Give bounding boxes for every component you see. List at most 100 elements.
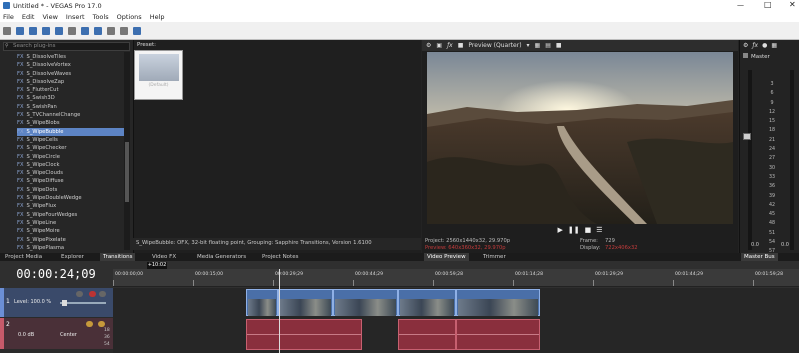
playhead-cursor[interactable] (279, 269, 280, 353)
preview-fx-icon[interactable]: ƒx (447, 42, 453, 49)
plugin-item[interactable]: FX S_WipeDoubleWedge (17, 194, 124, 202)
plugin-item[interactable]: FX S_WipeLine (17, 219, 124, 227)
preview-settings-icon[interactable]: ⚙ (426, 42, 431, 49)
video-clip[interactable] (456, 289, 540, 316)
menu-icon[interactable]: ☰ (596, 226, 602, 234)
track-meter-value-3: 54 (104, 342, 110, 347)
video-clip[interactable] (246, 289, 278, 316)
preview-copy-frame-icon[interactable]: ▤ (545, 42, 551, 49)
plugin-item[interactable]: FX S_WipeFlux (17, 202, 124, 210)
plugin-item[interactable]: FX S_WipeFourWedges (17, 211, 124, 219)
plugin-item[interactable]: FX S_WipeDiffuse (17, 177, 124, 185)
tab-video-fx[interactable]: Video FX (149, 253, 179, 261)
plugin-item[interactable]: FX S_WipeChecker (17, 144, 124, 152)
plugin-item[interactable]: FX S_WipeClock (17, 161, 124, 169)
tab-trimmer[interactable]: Trimmer (480, 253, 509, 261)
menu-file[interactable]: File (3, 13, 14, 21)
scrollbar-thumb[interactable] (125, 142, 129, 202)
meter-scale-tick: 12 (768, 109, 776, 115)
plugin-item[interactable]: FX S_WipeDots (17, 186, 124, 194)
master-fx-icon[interactable]: ƒx (752, 42, 758, 49)
audio-solo-icon[interactable] (98, 321, 105, 327)
play-icon[interactable]: ▶ (557, 226, 562, 234)
maximize-button[interactable]: □ (764, 0, 772, 9)
plugin-item[interactable]: FX S_WipePlasma (17, 244, 124, 252)
plugin-item[interactable]: FX S_WipeMoire (17, 227, 124, 235)
render-icon[interactable] (42, 26, 50, 35)
audio-clip[interactable] (246, 319, 362, 350)
tab-master-bus[interactable]: Master Bus (741, 253, 778, 261)
preview-split-icon[interactable]: ■ (458, 42, 464, 49)
plugin-item[interactable]: FX S_DissolveVortex (17, 61, 124, 69)
pause-icon[interactable]: ❚❚ (568, 226, 580, 234)
plugin-item[interactable]: FX S_DissolveTiles (17, 53, 124, 61)
cut-icon[interactable] (68, 26, 76, 35)
close-button[interactable]: ✕ (789, 0, 796, 9)
plugin-item[interactable]: FX S_SwishPan (17, 103, 124, 111)
plugin-item[interactable]: FX S_WipePixelate (17, 236, 124, 244)
master-settings-icon[interactable]: ⚙ (743, 42, 748, 49)
save-icon[interactable] (29, 26, 37, 35)
delete-icon[interactable] (133, 26, 141, 35)
track-mute-icon[interactable] (89, 291, 96, 297)
menu-tools[interactable]: Tools (93, 13, 109, 21)
audio-clip[interactable] (398, 319, 456, 350)
preset-thumbnail[interactable]: (Default) (134, 50, 183, 100)
plugin-search-input[interactable]: Search plug-ins (3, 42, 130, 51)
level-slider-thumb[interactable] (62, 300, 67, 306)
audio-track-header[interactable]: 2 0.0 dB Center 18 36 54 (0, 318, 113, 349)
preview-overlay-icon[interactable]: ▣ (436, 42, 442, 49)
track-fx-icon[interactable] (76, 291, 83, 297)
tab-transitions[interactable]: Transitions (100, 253, 136, 261)
undo-icon[interactable] (107, 26, 115, 35)
copy-icon[interactable] (81, 26, 89, 35)
menu-insert[interactable]: Insert (66, 13, 85, 21)
master-solo-icon[interactable]: ▦ (771, 42, 777, 49)
menu-help[interactable]: Help (150, 13, 165, 21)
timeline-lanes[interactable] (113, 288, 799, 353)
plugin-scrollbar[interactable] (124, 52, 130, 250)
tab-video-preview[interactable]: Video Preview (424, 253, 469, 261)
video-clip[interactable] (333, 289, 398, 316)
plugin-item[interactable]: FX S_Swish3D (17, 94, 124, 102)
tab-project-notes[interactable]: Project Notes (259, 253, 301, 261)
master-mute-icon[interactable]: ● (762, 42, 767, 49)
video-clip[interactable] (398, 289, 456, 316)
plugin-item[interactable]: FX S_WipeBubble (17, 127, 124, 136)
preview-save-frame-icon[interactable]: ■ (556, 42, 562, 49)
plugin-item[interactable]: FX S_WipeClouds (17, 169, 124, 177)
menu-options[interactable]: Options (117, 13, 142, 21)
tab-explorer[interactable]: Explorer (58, 253, 87, 261)
properties-icon[interactable] (55, 26, 63, 35)
chevron-down-icon[interactable]: ▾ (527, 42, 530, 49)
paste-icon[interactable] (94, 26, 102, 35)
timeline-ruler[interactable]: 00:00:00;00 00:00:15;00 00:00:29;29 00:00:4… (113, 269, 799, 287)
meter-scale-tick: 24 (768, 147, 776, 153)
track-solo-icon[interactable] (99, 291, 106, 297)
video-clip[interactable] (278, 289, 333, 316)
video-track-header[interactable]: 1 Level: 100.0 % (0, 288, 113, 317)
stop-icon[interactable]: ■ (585, 226, 592, 234)
plugin-item[interactable]: FX S_DissolveWaves (17, 70, 124, 78)
menu-edit[interactable]: Edit (22, 13, 35, 21)
menu-view[interactable]: View (42, 13, 57, 21)
tab-media-generators[interactable]: Media Generators (194, 253, 249, 261)
tab-project-media[interactable]: Project Media (2, 253, 45, 261)
audio-clip[interactable] (456, 319, 540, 350)
redo-icon[interactable] (120, 26, 128, 35)
window-title: Untitled * - VEGAS Pro 17.0 (13, 2, 102, 10)
audio-mute-icon[interactable] (86, 321, 93, 327)
master-checkbox[interactable] (743, 53, 748, 58)
new-icon[interactable] (3, 26, 11, 35)
plugin-item[interactable]: FX S_TVChannelChange (17, 111, 124, 119)
plugin-item[interactable]: FX S_DissolveZap (17, 78, 124, 86)
minimize-button[interactable]: — (737, 1, 744, 9)
plugin-item[interactable]: FX S_WipeCells (17, 136, 124, 144)
preview-grid-icon[interactable]: ▦ (535, 42, 541, 49)
plugin-item[interactable]: FX S_WipeBlobs (17, 119, 124, 127)
preview-quality-dropdown[interactable]: Preview (Quarter) (468, 42, 521, 49)
plugin-item[interactable]: FX S_WipeCircle (17, 153, 124, 161)
master-fader[interactable] (743, 133, 751, 140)
plugin-item[interactable]: FX S_FlutterCut (17, 86, 124, 94)
open-icon[interactable] (16, 26, 24, 35)
